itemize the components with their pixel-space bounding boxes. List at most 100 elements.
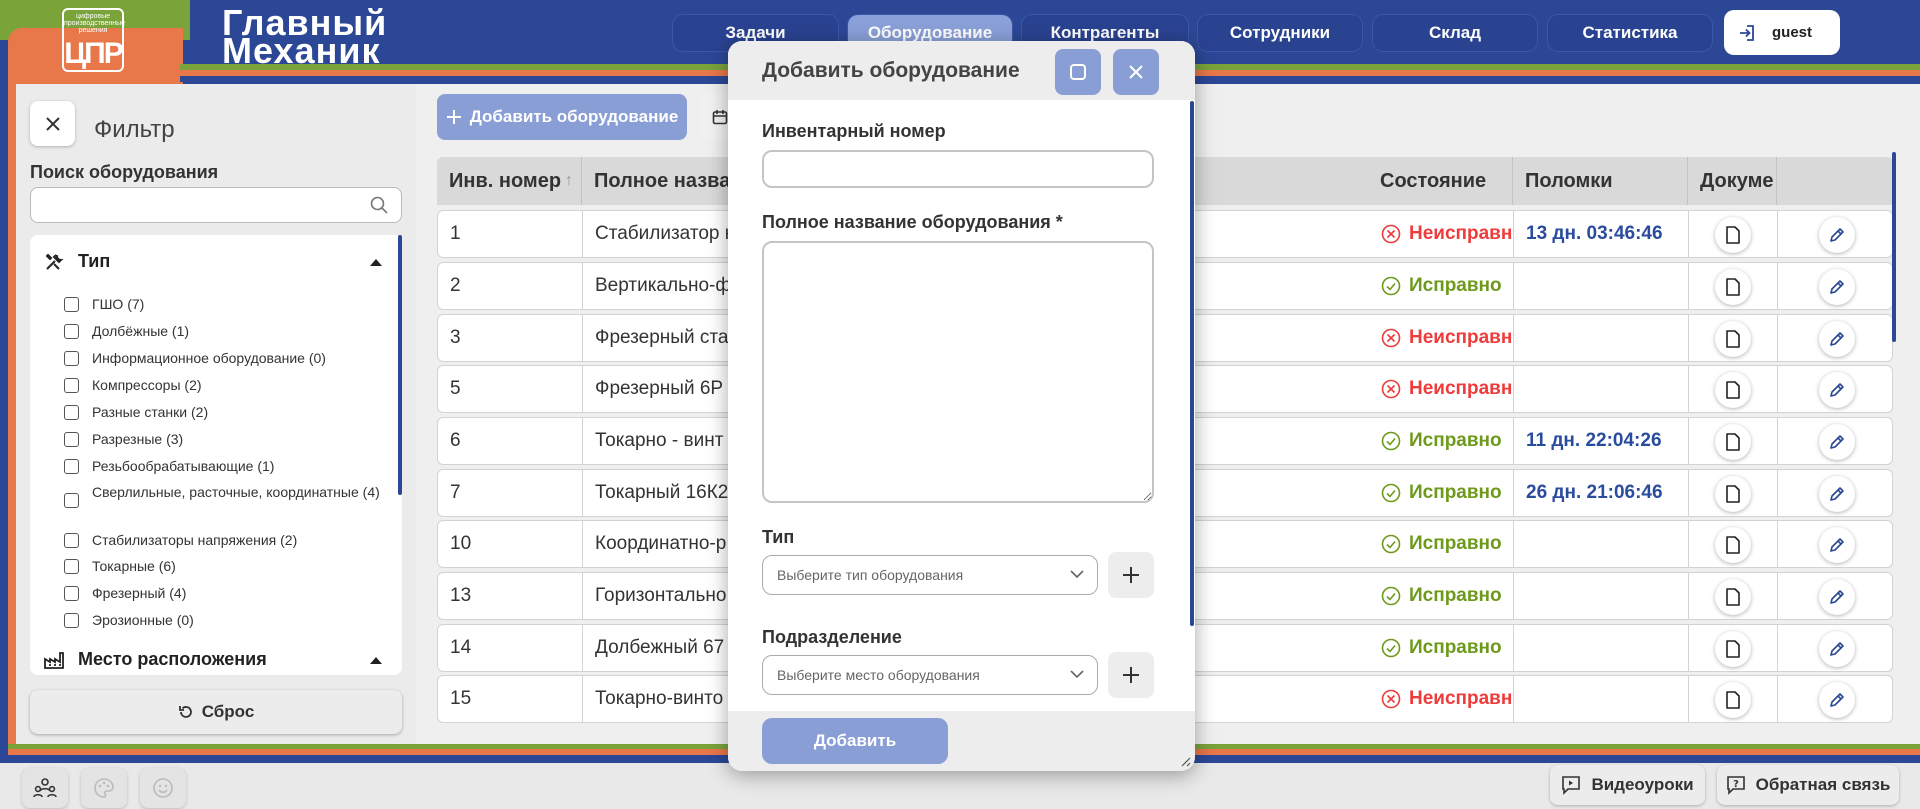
- filter-type-item[interactable]: Информационное оборудование (0): [64, 349, 384, 368]
- checkbox[interactable]: [64, 432, 79, 447]
- documents-button[interactable]: [1715, 269, 1751, 305]
- check-circle-icon: [1381, 534, 1401, 554]
- filter-type-label: Фрезерный (4): [92, 585, 187, 601]
- check-circle-icon: [1381, 638, 1401, 658]
- checkbox[interactable]: [64, 405, 79, 420]
- col-documents[interactable]: Докуме: [1688, 157, 1777, 205]
- edit-button[interactable]: [1819, 476, 1855, 512]
- reset-button[interactable]: Сброс: [30, 690, 402, 734]
- search-input[interactable]: [30, 187, 402, 223]
- location-section-header[interactable]: Место расположения: [44, 649, 267, 670]
- inv-number-text: 3: [450, 327, 461, 348]
- collapse-arrow-icon[interactable]: [370, 259, 382, 266]
- edit-button[interactable]: [1819, 682, 1855, 718]
- documents-button[interactable]: [1715, 372, 1751, 408]
- user-button[interactable]: guest: [1724, 10, 1840, 55]
- filter-scrollbar[interactable]: [398, 235, 402, 495]
- resize-handle-icon[interactable]: [1179, 755, 1191, 767]
- edit-button[interactable]: [1819, 579, 1855, 615]
- feedback-button[interactable]: ? Обратная связь: [1717, 765, 1899, 805]
- inv-number-input[interactable]: [762, 150, 1154, 188]
- documents-button[interactable]: [1715, 527, 1751, 563]
- checkbox[interactable]: [64, 351, 79, 366]
- type-select[interactable]: Выберите тип оборудования: [762, 555, 1098, 595]
- checkbox[interactable]: [64, 459, 79, 474]
- nav-warehouse[interactable]: Склад: [1373, 15, 1537, 51]
- checkbox[interactable]: [64, 324, 79, 339]
- collapse-arrow-icon[interactable]: [370, 657, 382, 664]
- checkbox[interactable]: [64, 378, 79, 393]
- nav-statistics[interactable]: Статистика: [1548, 15, 1712, 51]
- filter-type-item[interactable]: Токарные (6): [64, 557, 384, 576]
- checkbox[interactable]: [64, 493, 79, 508]
- login-icon: [1738, 24, 1756, 42]
- col-state-label: Состояние: [1380, 169, 1487, 192]
- cell-breakdown: [1514, 676, 1689, 722]
- checkbox[interactable]: [64, 297, 79, 312]
- team-button[interactable]: [22, 768, 68, 808]
- edit-button[interactable]: [1819, 217, 1855, 253]
- checkbox[interactable]: [64, 613, 79, 628]
- department-select[interactable]: Выберите место оборудования: [762, 655, 1098, 695]
- documents-button[interactable]: [1715, 321, 1751, 357]
- documents-button[interactable]: [1715, 424, 1751, 460]
- sort-arrow-icon[interactable]: ↑: [565, 172, 573, 190]
- dialog-scrollbar[interactable]: [1190, 101, 1194, 626]
- col-inv-number[interactable]: Инв. номер ↑: [437, 157, 582, 205]
- documents-button[interactable]: [1715, 579, 1751, 615]
- edit-button[interactable]: [1819, 372, 1855, 408]
- logo-letters: ЦПР: [64, 37, 124, 70]
- filter-type-item[interactable]: Компрессоры (2): [64, 376, 384, 395]
- smile-icon: [152, 777, 174, 799]
- filter-type-item[interactable]: Разрезные (3): [64, 430, 384, 449]
- filter-type-item[interactable]: Долбёжные (1): [64, 322, 384, 341]
- table-scrollbar[interactable]: [1892, 152, 1896, 342]
- filter-type-item[interactable]: Разные станки (2): [64, 403, 384, 422]
- inv-number-text: 2: [450, 275, 461, 296]
- palette-button[interactable]: [81, 768, 127, 808]
- filter-type-item[interactable]: Фрезерный (4): [64, 584, 384, 603]
- document-icon: [1725, 536, 1741, 554]
- full-name-textarea[interactable]: [762, 241, 1154, 503]
- edit-button[interactable]: [1819, 269, 1855, 305]
- add-equipment-button[interactable]: Добавить оборудование: [437, 94, 687, 140]
- filter-close-button[interactable]: [30, 101, 75, 146]
- checkbox[interactable]: [64, 586, 79, 601]
- type-section-header[interactable]: Тип: [44, 251, 110, 272]
- filter-type-label: Долбёжные (1): [92, 323, 190, 339]
- documents-button[interactable]: [1715, 217, 1751, 253]
- x-circle-icon: [1381, 379, 1401, 399]
- edit-button[interactable]: [1819, 321, 1855, 357]
- logo[interactable]: цифровые производственные решения ЦПР: [62, 8, 126, 72]
- dialog-close-button[interactable]: [1113, 49, 1159, 95]
- checkbox[interactable]: [64, 533, 79, 548]
- logo-caption: цифровые производственные решения: [64, 13, 126, 34]
- pencil-icon: [1828, 485, 1846, 503]
- edit-button[interactable]: [1819, 631, 1855, 667]
- col-state[interactable]: Состояние: [1368, 157, 1513, 205]
- add-type-button[interactable]: [1108, 552, 1154, 598]
- x-circle-icon: [1381, 328, 1401, 348]
- close-icon: [1128, 64, 1144, 80]
- filter-type-item[interactable]: Резьбообрабатывающие (1): [64, 457, 384, 476]
- edit-button[interactable]: [1819, 424, 1855, 460]
- documents-button[interactable]: [1715, 682, 1751, 718]
- add-department-button[interactable]: [1108, 652, 1154, 698]
- equipment-name-text: Фрезерный ста: [595, 327, 729, 348]
- checkbox[interactable]: [64, 559, 79, 574]
- nav-employees[interactable]: Сотрудники: [1198, 15, 1362, 51]
- edit-button[interactable]: [1819, 527, 1855, 563]
- cell-state: Неисправн: [1369, 366, 1514, 412]
- col-breakdowns[interactable]: Поломки: [1513, 157, 1688, 205]
- video-tutorials-button[interactable]: Видеоуроки: [1550, 765, 1705, 805]
- filter-type-item[interactable]: ГШО (7): [64, 295, 384, 314]
- filter-type-item[interactable]: Эрозионные (0): [64, 611, 384, 630]
- filter-type-item[interactable]: Стабилизаторы напряжения (2): [64, 531, 384, 550]
- search-icon[interactable]: [370, 196, 388, 214]
- submit-button[interactable]: Добавить: [762, 718, 948, 764]
- maximize-button[interactable]: [1055, 49, 1101, 95]
- smile-button[interactable]: [140, 768, 186, 808]
- documents-button[interactable]: [1715, 476, 1751, 512]
- documents-button[interactable]: [1715, 631, 1751, 667]
- filter-type-item[interactable]: Сверлильные, расточные, координатные (4): [64, 483, 384, 508]
